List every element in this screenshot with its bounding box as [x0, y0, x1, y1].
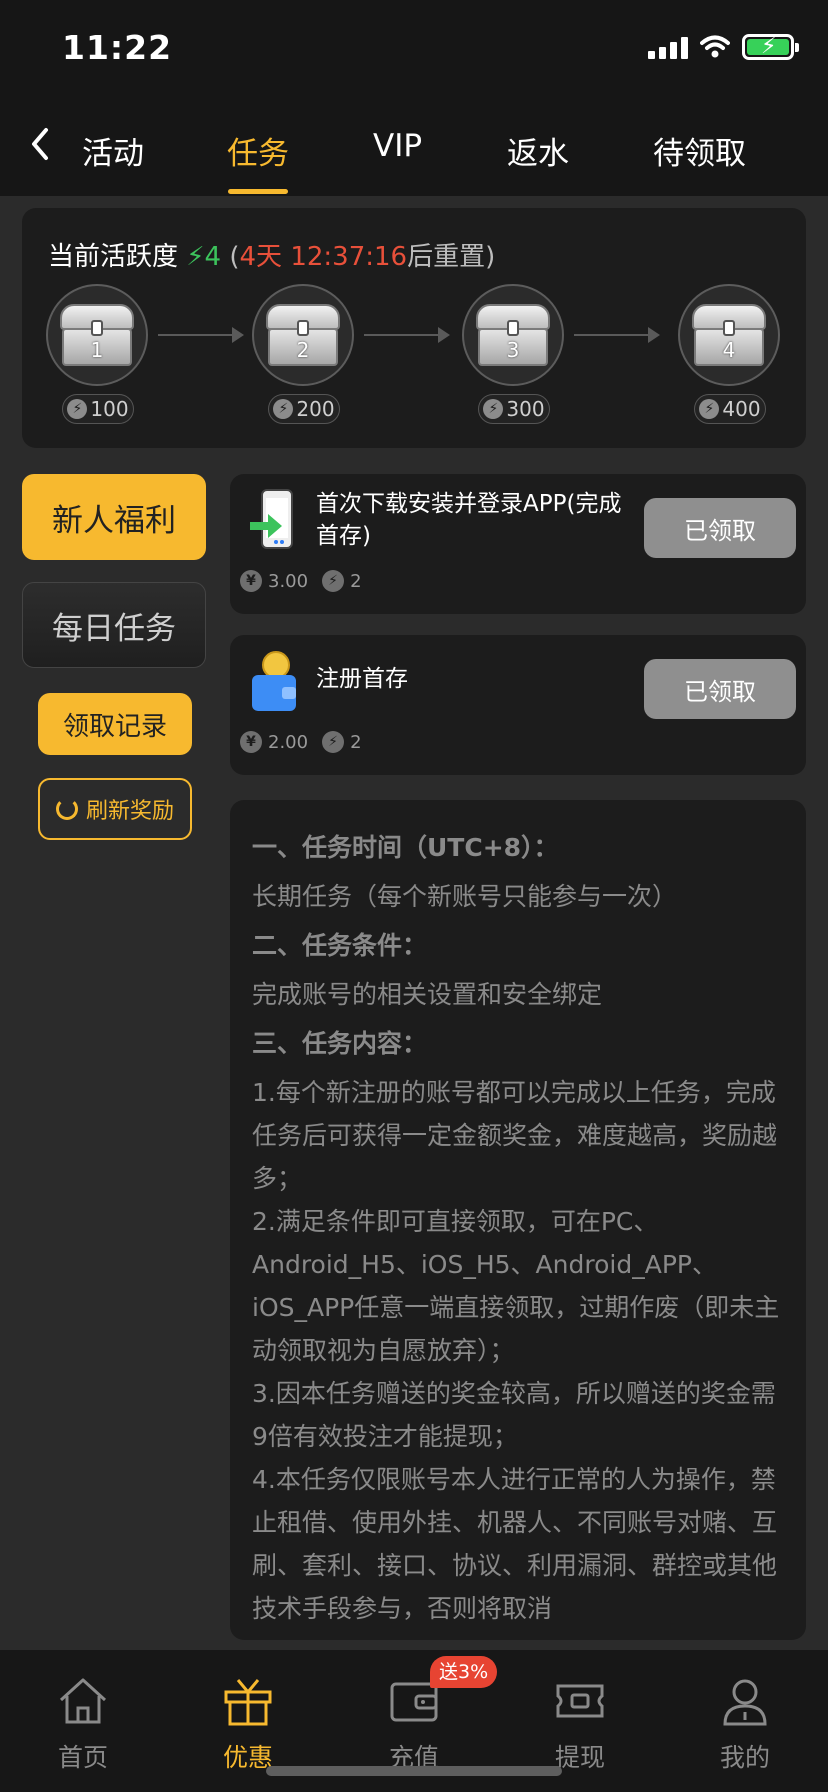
claimed-button[interactable]: 已领取 [644, 498, 796, 558]
activity-value: 4 [204, 242, 222, 272]
claimed-button[interactable]: 已领取 [644, 659, 796, 719]
rules-item: 1.每个新注册的账号都可以完成以上任务，完成任务后可获得一定金额奖金，难度越高，… [252, 1078, 778, 1193]
status-bar: 11:22 ⚡ [0, 0, 828, 100]
points-value: 400 [722, 397, 761, 421]
chest-number: 1 [90, 338, 104, 362]
wallet-coin-icon [252, 651, 296, 711]
tab-label: 我的 [719, 1743, 770, 1772]
task-card: 注册首存 已领取 ¥2.00 ⚡ 2 [230, 635, 806, 775]
yuan-icon: ¥ [240, 731, 262, 753]
activity-title: 当前活跃度 ⚡4 (4天 12:37:16后重置) [48, 236, 495, 273]
tab-home[interactable]: 首页 [28, 1676, 138, 1774]
treasure-chest-icon: 3 [474, 304, 552, 366]
chest-points: ⚡ 200 [268, 394, 340, 424]
rules-text: 长期任务（每个新账号只能参与一次） [252, 882, 678, 911]
task-rewards: ¥3.00 ⚡ 2 [240, 570, 362, 592]
task-title: 首次下载安装并登录APP(完成首存) [316, 491, 622, 549]
tab-label: 首页 [57, 1743, 108, 1772]
reset-suffix: 后重置) [407, 242, 496, 272]
lightning-icon: ⚡ [483, 399, 504, 419]
rules-item: 3.因本任务赠送的奖金较高，所以赠送的奖金需9倍有效投注才能提现； [252, 1379, 776, 1451]
tab-promotions[interactable]: 优惠 [193, 1676, 303, 1774]
progress-arrow [364, 327, 450, 343]
refresh-icon [55, 798, 78, 820]
task-title: 注册首存 [316, 666, 408, 692]
rules-heading: 二、任务条件： [252, 931, 428, 960]
rules-heading: 一、任务时间（UTC+8）： [252, 833, 559, 862]
lightning-icon: ⚡ [273, 399, 294, 419]
wifi-icon [700, 35, 730, 58]
activity-label: 当前活跃度 [48, 242, 179, 272]
daily-tasks-button[interactable]: 每日任务 [22, 582, 206, 668]
reward-amount: 3.00 [268, 570, 309, 592]
chest-2[interactable]: 2 [252, 284, 356, 386]
treasure-chest-icon: 2 [264, 304, 342, 366]
claim-record-button[interactable]: 领取记录 [38, 693, 192, 755]
points-value: 300 [506, 397, 545, 421]
home-icon [59, 1678, 107, 1724]
signal-icon [648, 35, 688, 59]
chest-number: 2 [296, 338, 310, 362]
tab-rebate[interactable]: 返水 [507, 128, 569, 173]
deposit-bonus-badge: 送3% [430, 1656, 498, 1688]
active-tab-indicator [228, 189, 288, 194]
activity-points: 2 [350, 570, 362, 592]
lightning-icon: ⚡ [322, 570, 345, 592]
tab-tasks[interactable]: 任务 [227, 128, 289, 173]
refresh-rewards-button[interactable]: 刷新奖励 [38, 778, 192, 840]
tab-vip[interactable]: VIP [373, 128, 422, 164]
tab-activity[interactable]: 活动 [82, 128, 144, 173]
progress-arrow [158, 327, 244, 343]
refresh-label: 刷新奖励 [85, 799, 174, 824]
activity-points: 2 [350, 731, 362, 753]
status-icons: ⚡ [648, 34, 799, 60]
progress-arrow [574, 327, 660, 343]
lightning-icon: ⚡ [186, 242, 205, 272]
yuan-icon: ¥ [240, 570, 262, 592]
task-card: 首次下载安装并登录APP(完成首存) 已领取 ¥3.00 ⚡ 2 [230, 474, 806, 614]
home-indicator [266, 1766, 562, 1776]
tab-deposit[interactable]: 充值 [359, 1676, 469, 1774]
reset-open: ( [229, 242, 240, 272]
lightning-icon: ⚡ [699, 399, 720, 419]
treasure-chest-icon: 4 [690, 304, 768, 366]
rules-text: 完成账号的相关设置和安全绑定 [252, 980, 603, 1009]
chest-number: 4 [722, 338, 736, 362]
chest-points: ⚡ 400 [694, 394, 766, 424]
status-time: 11:22 [62, 28, 173, 67]
chest-3[interactable]: 3 [462, 284, 566, 386]
chest-4[interactable]: 4 [678, 284, 782, 386]
lightning-icon: ⚡ [322, 731, 345, 753]
rules-heading: 三、任务内容： [252, 1029, 428, 1058]
chest-points: ⚡ 300 [478, 394, 550, 424]
rules-item: 2.满足条件即可直接领取，可在PC、Android_H5、iOS_H5、Andr… [252, 1207, 780, 1365]
rules-item: 4.本任务仅限账号本人进行正常的人为操作，禁止租借、使用外挂、机器人、不同账号对… [252, 1465, 778, 1623]
points-value: 200 [296, 397, 335, 421]
lightning-icon: ⚡ [67, 399, 88, 419]
chest-1[interactable]: 1 [46, 284, 150, 386]
top-nav: 活动 任务 VIP 返水 待领取 [0, 100, 828, 196]
reset-countdown: 12:37:16 [290, 242, 408, 272]
battery-icon: ⚡ [742, 34, 799, 60]
phone-download-icon [250, 489, 293, 549]
tab-pending[interactable]: 待领取 [653, 128, 746, 173]
ticket-icon [556, 1684, 604, 1718]
tab-withdraw[interactable]: 提现 [525, 1676, 635, 1774]
activity-panel: 当前活跃度 ⚡4 (4天 12:37:16后重置) 1 2 3 4 ⚡ 100 ⚡… [22, 208, 806, 448]
reward-amount: 2.00 [268, 731, 309, 753]
chest-points: ⚡ 100 [62, 394, 134, 424]
back-icon[interactable] [26, 124, 56, 164]
tab-profile[interactable]: 我的 [690, 1676, 800, 1774]
points-value: 100 [90, 397, 129, 421]
task-rules: 一、任务时间（UTC+8）： 长期任务（每个新账号只能参与一次） 二、任务条件：… [230, 800, 806, 1640]
treasure-chest-icon: 1 [58, 304, 136, 366]
task-rewards: ¥2.00 ⚡ 2 [240, 731, 362, 753]
chest-number: 3 [506, 338, 520, 362]
reset-days: 4天 [239, 242, 283, 272]
profile-icon [723, 1679, 767, 1726]
new-user-benefits-button[interactable]: 新人福利 [22, 474, 206, 560]
gift-icon [224, 1679, 272, 1726]
